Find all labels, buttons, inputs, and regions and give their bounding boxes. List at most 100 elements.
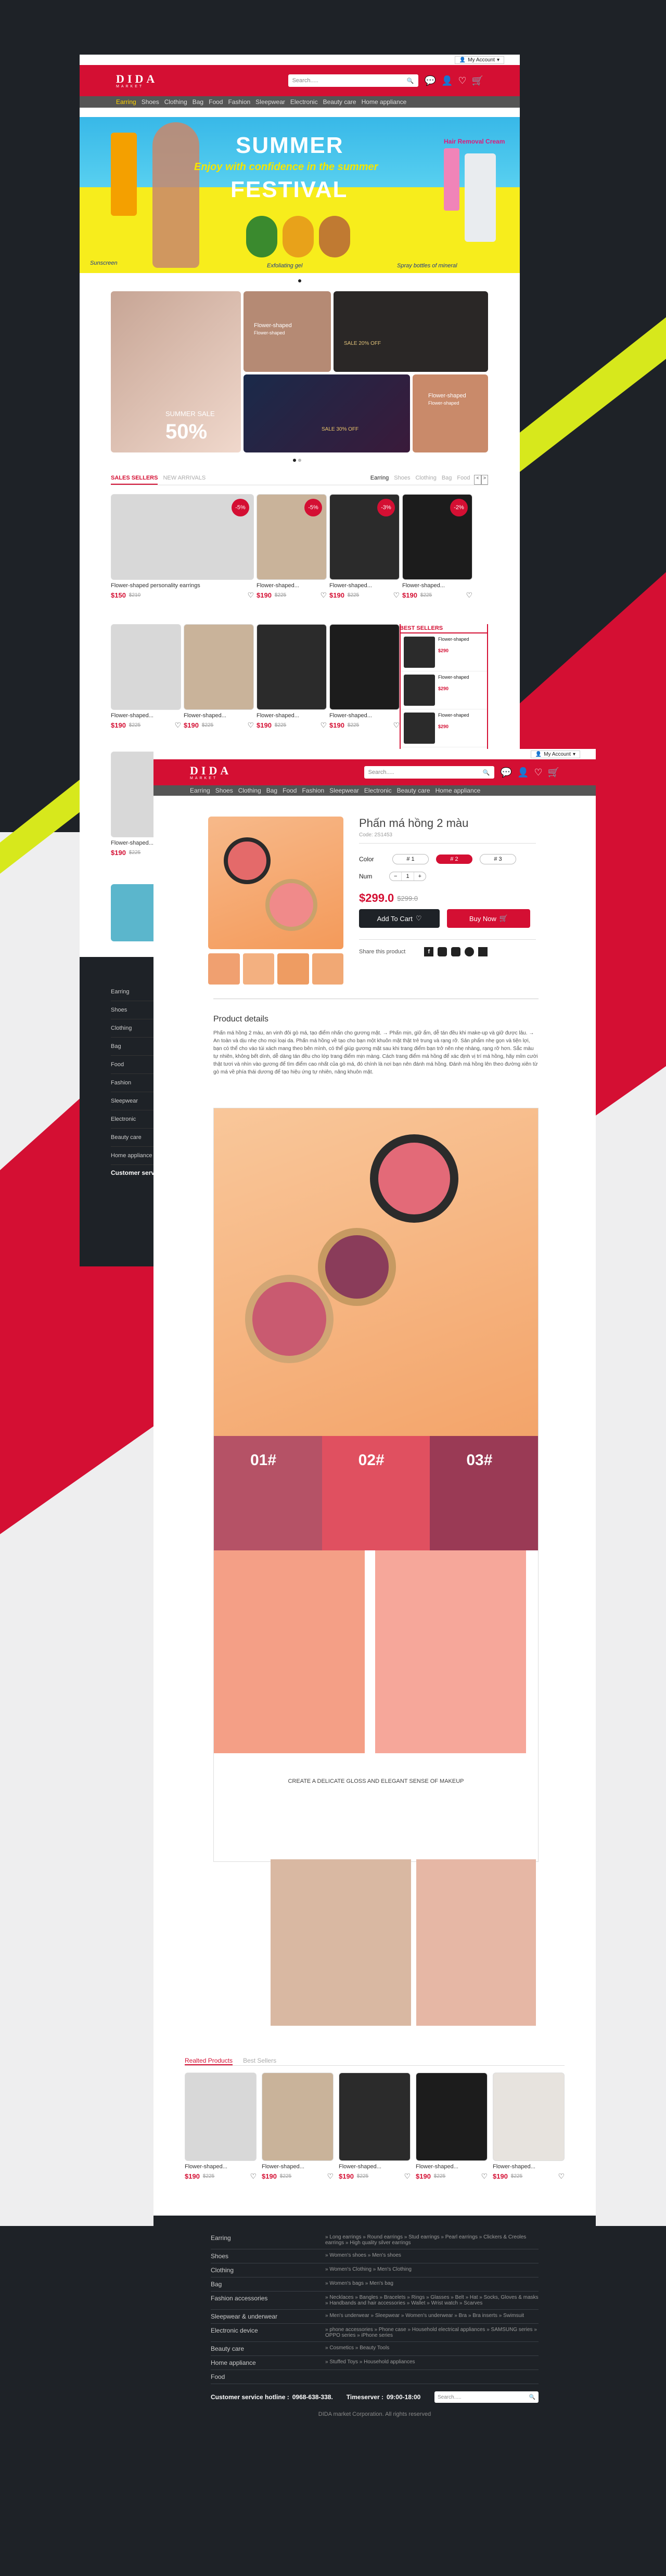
footer-subcategories[interactable]: » Cosmetics » Beauty Tools (325, 2345, 539, 2352)
tab-new-arrivals[interactable]: NEW ARRIVALS (163, 475, 206, 485)
user-icon[interactable]: 👤 (517, 767, 529, 778)
carousel-dot[interactable] (298, 279, 301, 282)
footer-category[interactable]: Clothing (211, 2267, 325, 2274)
minus-icon[interactable]: − (390, 872, 401, 881)
heart-icon[interactable]: ♡ (320, 721, 327, 730)
product-image[interactable] (262, 2073, 334, 2161)
tab-category[interactable]: Food (457, 475, 470, 485)
thumbnail[interactable] (242, 953, 274, 985)
search-input[interactable]: Search..... 🔍 (364, 766, 494, 779)
tab-sales-sellers[interactable]: SALES SELLERS (111, 475, 158, 485)
heart-icon[interactable]: ♡ (466, 591, 472, 600)
my-account-button[interactable]: 👤 My Account ▾ (454, 56, 504, 64)
heart-icon[interactable]: ♡ (327, 2172, 334, 2181)
product-card[interactable]: Flower-shaped... $190$225 ♡ (493, 2073, 565, 2181)
promo-card-4[interactable]: SALE 30% OFF (244, 374, 410, 452)
product-card[interactable]: -2% Flower-shaped... $190 $225 ♡ (402, 494, 472, 600)
product-card[interactable]: Flower-shaped... $190$225 ♡ (329, 624, 400, 730)
best-seller-item[interactable]: Flower-shaped $290 (401, 671, 487, 709)
footer-subcategories[interactable]: » Long earrings » Round earrings » Stud … (325, 2234, 539, 2246)
heart-icon[interactable]: ♡ (534, 767, 542, 778)
nav-item[interactable]: Fashion (228, 98, 250, 106)
nav-item[interactable]: Bag (266, 787, 277, 794)
footer-subcategories[interactable]: » Men's underwear » Sleepwear » Women's … (325, 2313, 539, 2320)
nav-item[interactable]: Beauty care (397, 787, 430, 794)
instagram-icon[interactable] (438, 947, 447, 956)
product-image[interactable] (339, 2073, 411, 2161)
product-card[interactable]: -3% Flower-shaped... $190 $225 ♡ (329, 494, 400, 600)
heart-icon[interactable]: ♡ (247, 721, 254, 730)
footer-category[interactable]: Shoes (211, 2253, 325, 2260)
thumbnail[interactable] (277, 953, 309, 985)
best-seller-item[interactable]: Flower-shaped $290 (401, 633, 487, 671)
prev-arrow-icon[interactable]: < (474, 475, 481, 485)
product-card[interactable]: -5% Flower-shaped personality earrings $15… (111, 494, 254, 600)
search-input[interactable]: Search..... 🔍 (288, 74, 418, 87)
heart-icon[interactable]: ♡ (250, 2172, 257, 2181)
product-card[interactable]: Flower-shaped... $190$225 ♡ (257, 624, 327, 730)
twitter-icon[interactable] (478, 947, 488, 956)
logo[interactable]: DIDA MARKET (190, 765, 232, 780)
promo-card-5[interactable]: Flower-shaped Flower-shaped (413, 374, 488, 452)
footer-category[interactable]: Food (211, 2373, 325, 2380)
footer-category[interactable]: Sleepwear & underwear (211, 2313, 325, 2320)
line-icon[interactable] (451, 947, 461, 956)
best-seller-item[interactable]: Flower-shaped $290 (401, 709, 487, 747)
nav-item[interactable]: Bag (193, 98, 203, 106)
footer-subcategories[interactable]: » phone accessories » Phone case » House… (325, 2327, 539, 2338)
product-image[interactable]: -2% (402, 494, 472, 580)
heart-icon[interactable]: ♡ (174, 721, 181, 730)
plus-icon[interactable]: + (414, 872, 426, 881)
quantity-value[interactable]: 1 (401, 872, 414, 881)
thumbnail[interactable] (208, 953, 240, 985)
tab-category[interactable]: Earring (370, 475, 389, 485)
logo[interactable]: DIDA MARKET (116, 73, 158, 88)
heart-icon[interactable]: ♡ (320, 591, 327, 600)
product-image[interactable] (493, 2073, 565, 2161)
product-card[interactable]: Flower-shaped... $190$225 ♡ (184, 624, 254, 730)
pinterest-icon[interactable] (465, 947, 475, 956)
footer-subcategories[interactable]: » Women's Clothing » Men's Clothing (325, 2267, 539, 2274)
tab-best-sellers[interactable]: Best Sellers (243, 2057, 276, 2065)
product-image[interactable] (184, 624, 254, 710)
tab-related-products[interactable]: Realted Products (185, 2057, 233, 2065)
nav-item[interactable]: Shoes (142, 98, 159, 106)
heart-icon[interactable]: ♡ (458, 75, 466, 86)
buy-now-button[interactable]: Buy Now 🛒 (447, 909, 530, 928)
cart-icon[interactable]: 🛒 (548, 767, 559, 778)
tab-category[interactable]: Shoes (394, 475, 410, 485)
heart-icon[interactable]: ♡ (404, 2172, 411, 2181)
product-image[interactable]: -5% (257, 494, 327, 580)
product-image[interactable] (111, 624, 181, 710)
footer-search-input[interactable]: Search..... 🔍 (434, 2391, 539, 2403)
product-image[interactable] (416, 2073, 488, 2161)
footer-category[interactable]: Earring (211, 2234, 325, 2246)
nav-item[interactable]: Home appliance (362, 98, 407, 106)
color-option-1[interactable]: # 1 (392, 854, 429, 864)
user-icon[interactable]: 👤 (441, 75, 453, 86)
heart-icon[interactable]: ♡ (247, 591, 254, 600)
nav-item[interactable]: Fashion (302, 787, 324, 794)
product-card[interactable]: Flower-shaped... $190$225 ♡ (262, 2073, 334, 2181)
promo-card-3[interactable]: SALE 20% OFF (334, 291, 488, 372)
nav-item[interactable]: Clothing (238, 787, 261, 794)
footer-category[interactable]: Fashion accessories (211, 2295, 325, 2306)
search-icon[interactable]: 🔍 (483, 769, 490, 776)
nav-item[interactable]: Clothing (164, 98, 187, 106)
product-image[interactable] (185, 2073, 257, 2161)
hero-banner[interactable]: SUMMER Enjoy with confidence in the summ… (80, 117, 520, 273)
product-image[interactable] (329, 624, 400, 710)
product-image[interactable]: -5% (111, 494, 254, 580)
footer-subcategories[interactable] (325, 2373, 539, 2380)
footer-category[interactable]: Bag (211, 2281, 325, 2288)
quantity-stepper[interactable]: − 1 + (389, 872, 426, 881)
color-option-2[interactable]: # 2 (436, 855, 472, 864)
nav-item[interactable]: Beauty care (323, 98, 356, 106)
facebook-icon[interactable]: f (424, 947, 434, 956)
footer-category[interactable]: Beauty care (211, 2345, 325, 2352)
cart-icon[interactable]: 🛒 (472, 75, 483, 86)
nav-item[interactable]: Earring (190, 787, 210, 794)
nav-item[interactable]: Home appliance (436, 787, 481, 794)
footer-category[interactable]: Home appliance (211, 2359, 325, 2366)
tab-category[interactable]: Bag (442, 475, 452, 485)
